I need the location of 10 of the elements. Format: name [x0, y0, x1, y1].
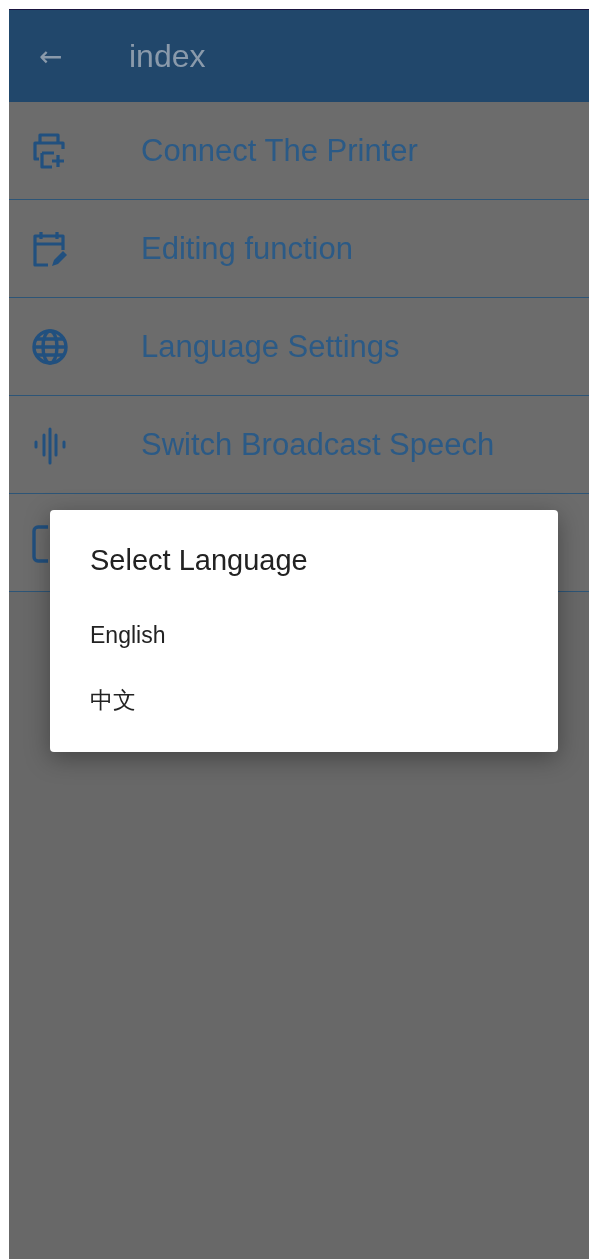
back-button[interactable]: ← — [39, 39, 79, 73]
menu-item-label[interactable]: Connect The Printer — [141, 132, 418, 169]
bracket-icon — [30, 522, 48, 563]
language-option[interactable]: 中文 — [50, 672, 558, 728]
app-title: index — [129, 37, 206, 75]
dialog-title: Select Language — [90, 544, 309, 577]
language-option[interactable]: English — [50, 597, 558, 672]
menu-item-label[interactable]: Language Settings — [141, 328, 400, 365]
globe-icon — [30, 326, 70, 367]
menu-item-label[interactable]: Editing function — [141, 230, 353, 267]
